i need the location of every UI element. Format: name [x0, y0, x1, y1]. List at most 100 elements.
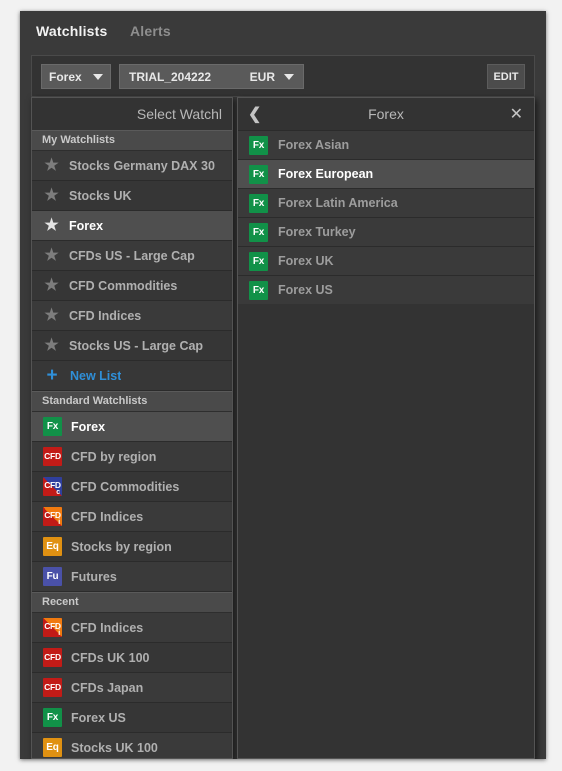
new-list-button[interactable]: + New List [32, 361, 232, 391]
account-currency: EUR [249, 69, 275, 84]
list-item-forex-european[interactable]: Fx Forex European [238, 159, 534, 188]
list-item[interactable]: CFD CFD by region [32, 442, 232, 472]
cfd-badge-icon: CFD [43, 648, 62, 667]
list-item-label: Forex European [278, 167, 374, 181]
cfd-badge-icon: CFD [43, 678, 62, 697]
list-item[interactable]: Eq Stocks UK 100 [32, 733, 232, 758]
list-item-label: Stocks US - Large Cap [69, 338, 204, 353]
list-item[interactable]: CFD CFDs UK 100 [32, 643, 232, 673]
chevron-down-icon [93, 73, 103, 80]
list-item[interactable]: ★ CFD Indices [32, 301, 232, 331]
list-item[interactable]: ★ Stocks UK [32, 181, 232, 211]
section-header-standard-watchlists: Standard Watchlists [32, 391, 232, 412]
account-currency-group: EUR [250, 70, 294, 84]
list-item-label: CFD Indices [71, 620, 144, 635]
star-icon: ★ [44, 276, 59, 294]
eq-badge-icon: Eq [43, 537, 62, 556]
list-item-label: Stocks Germany DAX 30 [69, 158, 215, 173]
star-icon: ★ [44, 246, 59, 264]
list-item[interactable]: ★ Stocks Germany DAX 30 [32, 151, 232, 181]
star-icon: ★ [44, 216, 59, 234]
list-item-standard-forex[interactable]: Fx Forex [32, 412, 232, 442]
list-item-label: CFDs Japan [71, 680, 144, 695]
select-watchlist-title: Select Watchl [32, 98, 232, 130]
badge-subscript: c [56, 489, 60, 496]
list-item-label: Stocks by region [71, 539, 172, 554]
close-icon[interactable]: ✕ [510, 98, 523, 130]
list-item-label: CFD by region [71, 449, 157, 464]
fu-badge-icon: Fu [43, 567, 62, 586]
tab-watchlists[interactable]: Watchlists [36, 23, 108, 39]
list-item[interactable]: CFD i CFD Indices [32, 613, 232, 643]
list-item-label: Forex US [71, 710, 126, 725]
list-item-label: Forex Asian [278, 138, 350, 152]
star-icon: ★ [44, 186, 59, 204]
fx-badge-icon: Fx [249, 135, 268, 155]
account-select[interactable]: TRIAL_204222 EUR [119, 64, 304, 89]
chevron-left-icon[interactable]: ❮ [248, 98, 261, 130]
fx-badge-icon: Fx [249, 222, 268, 242]
chevron-down-icon [284, 73, 294, 80]
eq-badge-icon: Eq [43, 738, 62, 757]
list-item-label: Forex Latin America [278, 196, 398, 210]
edit-button[interactable]: EDIT [487, 64, 525, 89]
detail-panel-title: Forex [368, 106, 404, 122]
list-item-label: Forex Turkey [278, 225, 356, 239]
detail-panel-header: ❮ Forex ✕ [238, 98, 534, 130]
star-icon: ★ [44, 156, 59, 174]
section-header-recent: Recent [32, 592, 232, 613]
list-item-forex[interactable]: ★ Forex [32, 211, 232, 241]
list-item[interactable]: CFD CFDs Japan [32, 673, 232, 703]
fx-badge-icon: Fx [249, 251, 268, 271]
tab-alerts[interactable]: Alerts [130, 23, 171, 39]
list-item[interactable]: Eq Stocks by region [32, 532, 232, 562]
badge-subscript: i [58, 519, 60, 526]
watchlists-window: Watchlists Alerts Forex TRIAL_204222 EUR… [20, 11, 546, 759]
symbol-select[interactable]: Forex [41, 64, 111, 89]
forex-detail-panel: ❮ Forex ✕ Fx Forex Asian Fx Forex Europe… [237, 97, 535, 759]
cfd-badge-icon: CFD [43, 447, 62, 466]
cfd-indices-badge-icon: CFD i [43, 507, 62, 526]
list-item-label: Stocks UK [69, 188, 132, 203]
symbol-select-value: Forex [49, 69, 82, 84]
list-item[interactable]: Fx Forex US [32, 703, 232, 733]
list-item-label: CFD Commodities [69, 278, 178, 293]
toolbar: Forex TRIAL_204222 EUR EDIT [31, 55, 535, 97]
tab-bar: Watchlists Alerts [20, 11, 546, 50]
list-item-label: Futures [71, 569, 117, 584]
star-icon: ★ [44, 336, 59, 354]
list-item[interactable]: Fx Forex UK [238, 246, 534, 275]
fx-badge-icon: Fx [249, 164, 268, 184]
list-item-label: CFD Indices [69, 308, 142, 323]
list-item-label: CFD Indices [71, 509, 144, 524]
select-watchlist-dropdown: Select Watchl My Watchlists ★ Stocks Ger… [31, 97, 233, 759]
badge-subscript: i [58, 630, 60, 637]
cfd-commodities-badge-icon: CFD c [43, 477, 62, 496]
star-icon: ★ [44, 306, 59, 324]
fx-badge-icon: Fx [43, 417, 62, 436]
new-list-label: New List [70, 368, 122, 383]
list-item[interactable]: ★ Stocks US - Large Cap [32, 331, 232, 361]
list-item[interactable]: CFD i CFD Indices [32, 502, 232, 532]
fx-badge-icon: Fx [43, 708, 62, 727]
fx-badge-icon: Fx [249, 280, 268, 300]
account-select-value: TRIAL_204222 [129, 69, 212, 84]
list-item[interactable]: ★ CFD Commodities [32, 271, 232, 301]
list-item[interactable]: Fx Forex Asian [238, 130, 534, 159]
list-item-label: Forex [71, 419, 106, 434]
fx-badge-icon: Fx [249, 193, 268, 213]
list-item[interactable]: Fx Forex Turkey [238, 217, 534, 246]
list-item[interactable]: Fx Forex Latin America [238, 188, 534, 217]
list-item-label: CFD Commodities [71, 479, 180, 494]
list-item-label: CFDs US - Large Cap [69, 248, 195, 263]
list-item-label: Forex [69, 218, 104, 233]
list-item-label: CFDs UK 100 [71, 650, 150, 665]
list-item[interactable]: CFD c CFD Commodities [32, 472, 232, 502]
list-item-label: Forex UK [278, 254, 334, 268]
list-item-label: Forex US [278, 283, 333, 297]
list-item[interactable]: ★ CFDs US - Large Cap [32, 241, 232, 271]
section-header-my-watchlists: My Watchlists [32, 130, 232, 151]
list-item[interactable]: Fx Forex US [238, 275, 534, 304]
list-item-label: Stocks UK 100 [71, 740, 158, 755]
list-item[interactable]: Fu Futures [32, 562, 232, 592]
